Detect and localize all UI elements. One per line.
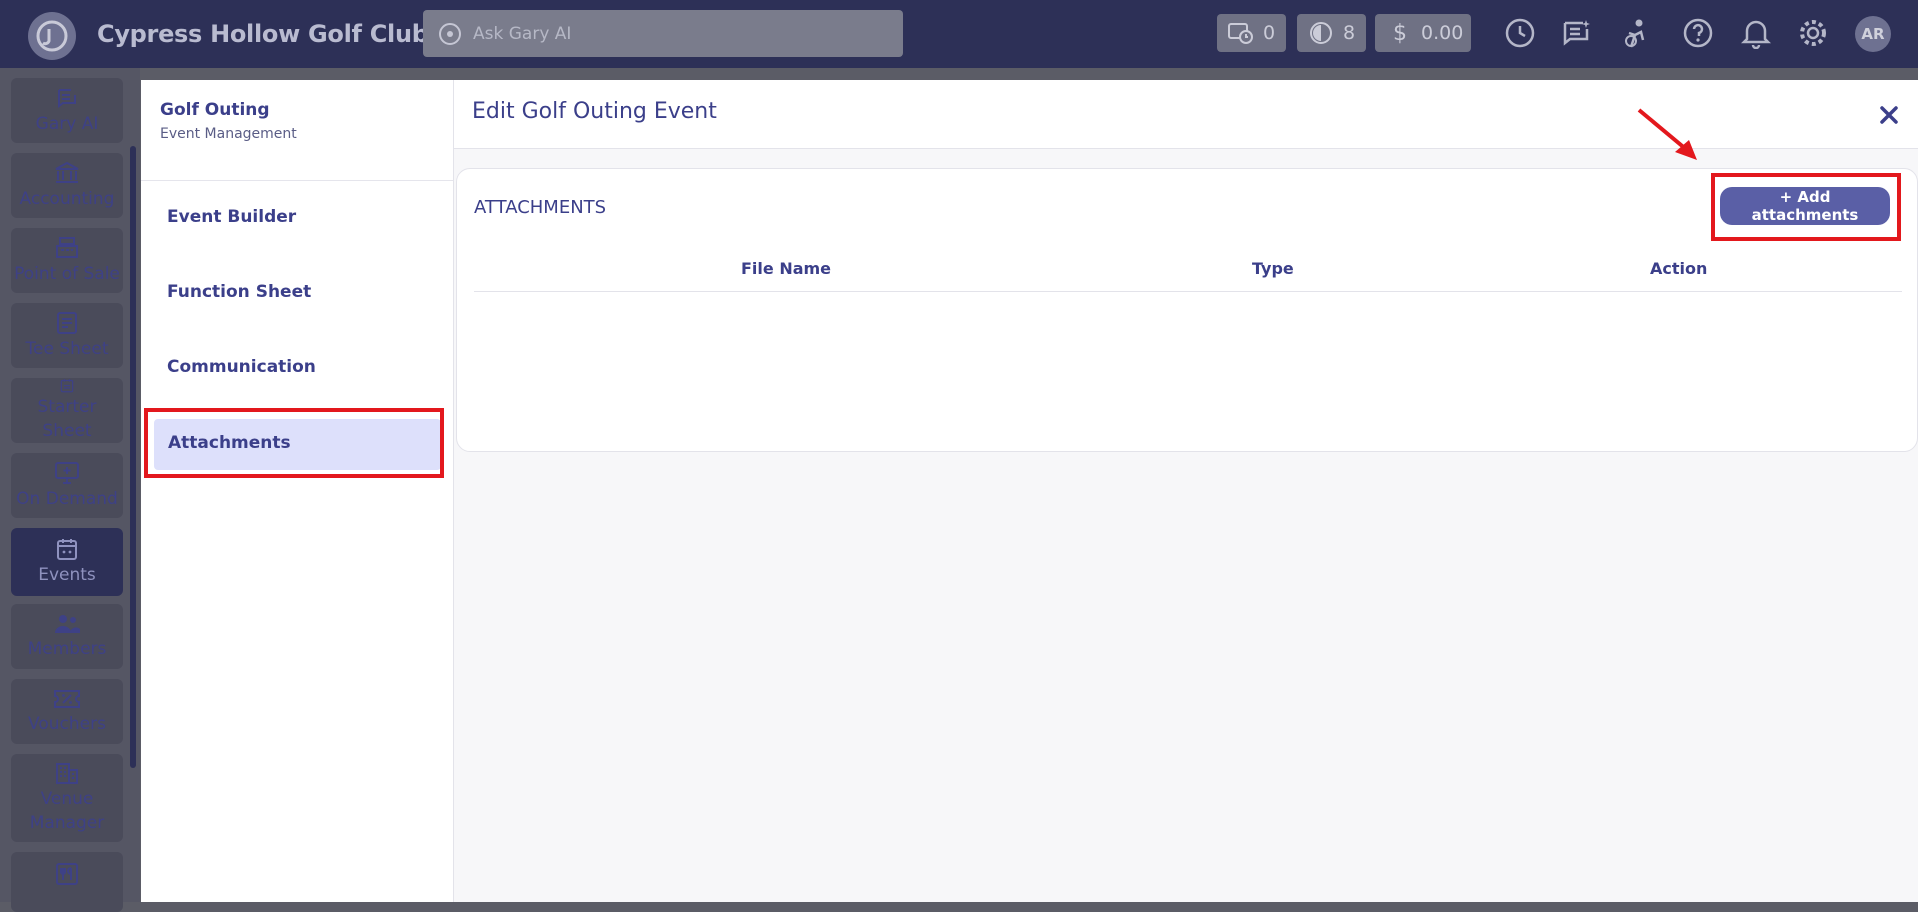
column-header-action: Action — [1650, 259, 1708, 278]
rail-item-venue-manager[interactable]: Venue Manager — [11, 754, 123, 842]
rail-item-label: On Demand — [16, 488, 118, 509]
progress-counter[interactable]: 8 — [1297, 14, 1366, 52]
tee-time-count: 0 — [1263, 22, 1276, 44]
bank-icon — [55, 161, 79, 183]
logo-icon — [36, 20, 68, 52]
dollar-icon: $ — [1393, 20, 1407, 46]
ask-gary-search[interactable] — [423, 10, 903, 57]
rail-item-label: Vouchers — [28, 713, 106, 734]
pie-chart-icon — [1309, 21, 1333, 45]
club-name[interactable]: Cypress Hollow Golf Club — [97, 20, 429, 48]
left-nav-rail: Gary AI Accounting Point of Sale Tee She… — [0, 68, 140, 912]
utensils-icon — [56, 863, 78, 885]
golfer-icon[interactable] — [1620, 16, 1654, 50]
rail-item-point-of-sale[interactable]: Point of Sale — [11, 228, 123, 293]
rail-item-starter-sheet[interactable]: Starter Sheet — [11, 378, 123, 443]
section-title: ATTACHMENTS — [474, 197, 607, 218]
cash-register-icon — [56, 236, 78, 258]
clock-icon[interactable] — [1503, 16, 1537, 50]
rail-item-vouchers[interactable]: Vouchers — [11, 679, 123, 744]
rail-scrollbar[interactable] — [130, 146, 136, 768]
rail-item-label: Events — [38, 565, 96, 585]
event-side-panel: Golf Outing Event Management Event Build… — [141, 80, 454, 902]
calendar-list-icon — [60, 379, 74, 393]
voucher-icon — [54, 689, 80, 708]
rail-item-label: Tee Sheet — [25, 338, 109, 359]
avatar[interactable]: AR — [1855, 16, 1891, 52]
sheet-icon — [57, 311, 77, 334]
overlay-strip — [140, 68, 1918, 80]
rail-item-label: Point of Sale — [14, 263, 120, 284]
notes-icon[interactable] — [1560, 16, 1594, 50]
tee-time-counter[interactable]: 0 — [1217, 14, 1286, 52]
members-icon — [55, 614, 80, 633]
balance-value: 0.00 — [1421, 22, 1464, 44]
attachments-card: ATTACHMENTS + Add attachments File Name … — [456, 168, 1918, 452]
side-item-communication[interactable]: Communication — [167, 357, 316, 377]
tee-time-clock-icon — [1227, 20, 1255, 46]
gear-icon[interactable] — [1796, 16, 1830, 50]
rail-item-gary-ai[interactable]: Gary AI — [11, 78, 123, 143]
building-icon — [56, 763, 78, 784]
column-header-file-name: File Name — [741, 259, 832, 278]
highlight-box-attachments — [144, 408, 444, 478]
rail-item-label: Accounting — [19, 188, 115, 209]
calendar-icon — [57, 539, 77, 560]
close-icon — [1880, 106, 1898, 124]
bell-icon[interactable] — [1739, 16, 1773, 50]
rail-item-events[interactable]: Events — [11, 528, 123, 596]
top-bar: Cypress Hollow Golf Club 0 8 $ 0.00 — [0, 0, 1918, 68]
rail-item-accounting[interactable]: Accounting — [11, 153, 123, 218]
panel-subtitle: Event Management — [160, 126, 297, 142]
rail-item-on-demand[interactable]: On Demand — [11, 453, 123, 518]
gary-ai-icon — [58, 88, 76, 108]
side-item-function-sheet[interactable]: Function Sheet — [167, 282, 311, 302]
rail-item-label: Starter Sheet — [37, 397, 97, 441]
monitor-icon — [55, 461, 79, 484]
table-header-divider — [474, 291, 1902, 292]
column-header-type: Type — [1252, 259, 1294, 278]
rail-item-label: Members — [27, 638, 107, 659]
rail-item-members[interactable]: Members — [11, 604, 123, 669]
side-item-event-builder[interactable]: Event Builder — [167, 207, 296, 227]
rail-item-label: Gary AI — [35, 113, 99, 134]
rail-item-label: Venue Manager — [29, 789, 105, 833]
page-title: Edit Golf Outing Event — [472, 99, 717, 124]
gary-ai-icon — [437, 21, 463, 47]
balance-display[interactable]: $ 0.00 — [1375, 14, 1471, 52]
ask-gary-input[interactable] — [471, 22, 895, 45]
rail-item-dining[interactable] — [11, 852, 123, 912]
red-arrow-annotation — [1637, 108, 1697, 160]
main-content: Edit Golf Outing Event ATTACHMENTS + Add… — [454, 80, 1918, 902]
panel-divider — [141, 180, 453, 181]
highlight-box-add-attachments — [1711, 173, 1901, 241]
club-logo[interactable] — [28, 12, 76, 60]
help-icon[interactable] — [1681, 16, 1715, 50]
close-button[interactable] — [1878, 104, 1900, 126]
panel-title: Golf Outing — [160, 100, 270, 120]
rail-item-tee-sheet[interactable]: Tee Sheet — [11, 303, 123, 368]
progress-count: 8 — [1343, 22, 1356, 44]
